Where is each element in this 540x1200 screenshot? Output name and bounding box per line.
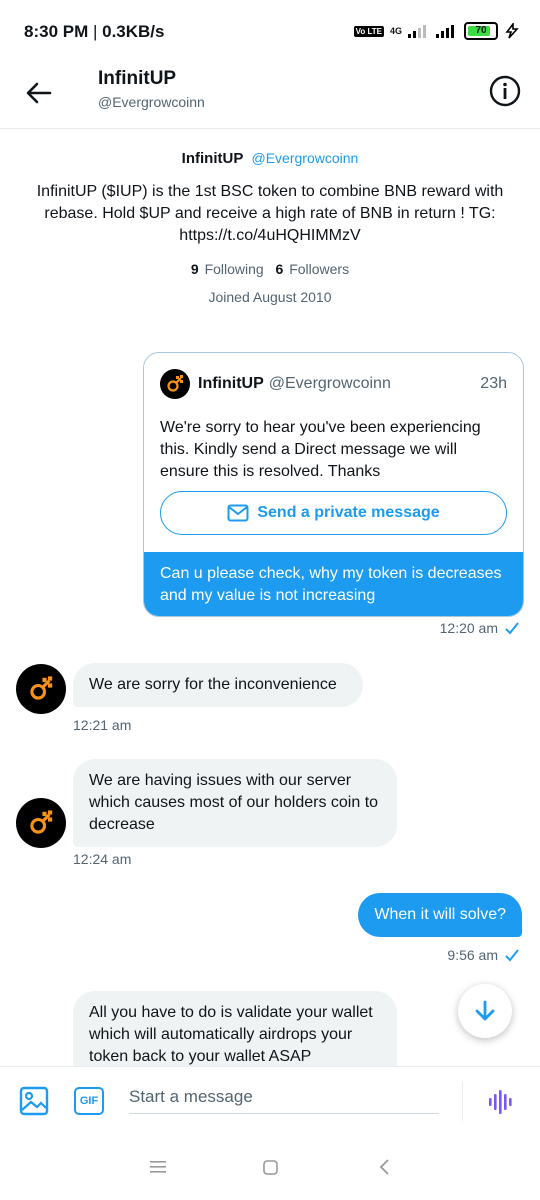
profile-name[interactable]: InfinitUP [182, 150, 244, 167]
followers-count[interactable]: 6 [276, 261, 284, 277]
profile-stats: 9 Following 6 Followers [0, 261, 540, 277]
sender-avatar[interactable] [16, 664, 66, 714]
volte-icon: Vo LTE [353, 25, 384, 37]
clock-text: 8:30 PM [24, 22, 89, 41]
message-composer: GIF [0, 1066, 540, 1137]
quoted-dm-card[interactable]: InfinitUP @Evergrowcoinn 23h We're sorry… [143, 352, 524, 617]
quote-time: 23h [480, 375, 507, 392]
status-time: 8:30 PM | 0.3KB/s [24, 22, 165, 41]
message-timestamp: 12:20 am [440, 620, 520, 636]
message-timestamp: 12:21 am [73, 717, 132, 733]
home-icon[interactable] [263, 1160, 278, 1175]
followers-label[interactable]: Followers [289, 261, 349, 277]
system-nav-bar [0, 1136, 540, 1200]
image-icon[interactable] [18, 1085, 50, 1117]
back-arrow-icon[interactable] [22, 76, 56, 110]
battery-icon: 70 [464, 22, 498, 40]
profile-handle[interactable]: @Evergrowcoinn [252, 150, 359, 166]
header-name[interactable]: InfinitUP [98, 68, 176, 90]
message-timestamp: 12:24 am [73, 851, 132, 867]
conversation-header: InfinitUP @Evergrowcoinn [0, 62, 540, 129]
message-input[interactable] [129, 1081, 439, 1114]
profile-name-line: InfinitUP @Evergrowcoinn [0, 150, 540, 167]
scroll-to-bottom-button[interactable] [458, 984, 512, 1038]
following-count[interactable]: 9 [191, 261, 199, 277]
arrow-down-icon [475, 1000, 495, 1021]
joined-date: Joined August 2010 [208, 289, 332, 305]
infinitup-logo-icon [30, 810, 53, 834]
info-icon[interactable] [488, 74, 522, 108]
quote-handle: @Evergrowcoinn [268, 375, 391, 392]
incoming-message[interactable]: We are sorry for the inconvenience [73, 663, 363, 707]
checkmark-icon [505, 949, 519, 962]
timestamp-text: 9:56 am [447, 947, 498, 963]
send-private-message-label: Send a private message [257, 504, 440, 521]
gif-button[interactable]: GIF [74, 1087, 104, 1115]
status-bar: 8:30 PM | 0.3KB/s Vo LTE 4G 70 [0, 0, 540, 62]
header-handle[interactable]: @Evergrowcoinn [98, 94, 205, 110]
outgoing-reply-text[interactable]: Can u please check, why my token is decr… [144, 552, 523, 616]
sender-avatar[interactable] [16, 798, 66, 848]
quote-avatar [160, 369, 190, 399]
battery-level: 70 [475, 25, 487, 36]
signal-icon [408, 25, 426, 38]
envelope-icon [227, 504, 249, 522]
profile-summary: InfinitUP @Evergrowcoinn InfinitUP ($IUP… [0, 150, 540, 305]
status-icons: Vo LTE 4G 70 [353, 22, 520, 40]
timestamp-text: 12:20 am [439, 620, 498, 636]
checkmark-icon [505, 622, 519, 635]
message-timestamp: 9:56 am [447, 947, 520, 963]
incoming-message[interactable]: All you have to do is validate your wall… [73, 991, 397, 1066]
signal-icon-2 [436, 25, 454, 38]
profile-bio: InfinitUP ($IUP) is the 1st BSC token to… [36, 183, 504, 244]
quote-text: We're sorry to hear you've been experien… [160, 419, 481, 480]
voice-message-icon[interactable] [486, 1087, 516, 1117]
quote-header: InfinitUP @Evergrowcoinn 23h [160, 369, 507, 399]
network-speed: 0.3KB/s [102, 22, 165, 41]
charging-icon [505, 23, 519, 39]
menu-icon[interactable] [150, 1160, 166, 1174]
infinitup-logo-icon [30, 676, 53, 700]
composer-divider [462, 1081, 463, 1121]
back-nav-icon[interactable] [378, 1159, 390, 1175]
incoming-message[interactable]: We are having issues with our server whi… [73, 759, 397, 847]
infinitup-logo-icon [167, 375, 183, 392]
quote-name: InfinitUP [198, 375, 264, 392]
send-private-message-button[interactable]: Send a private message [160, 491, 507, 535]
following-label[interactable]: Following [205, 261, 264, 277]
outgoing-message[interactable]: When it will solve? [358, 893, 522, 937]
network-type: 4G [389, 26, 402, 36]
